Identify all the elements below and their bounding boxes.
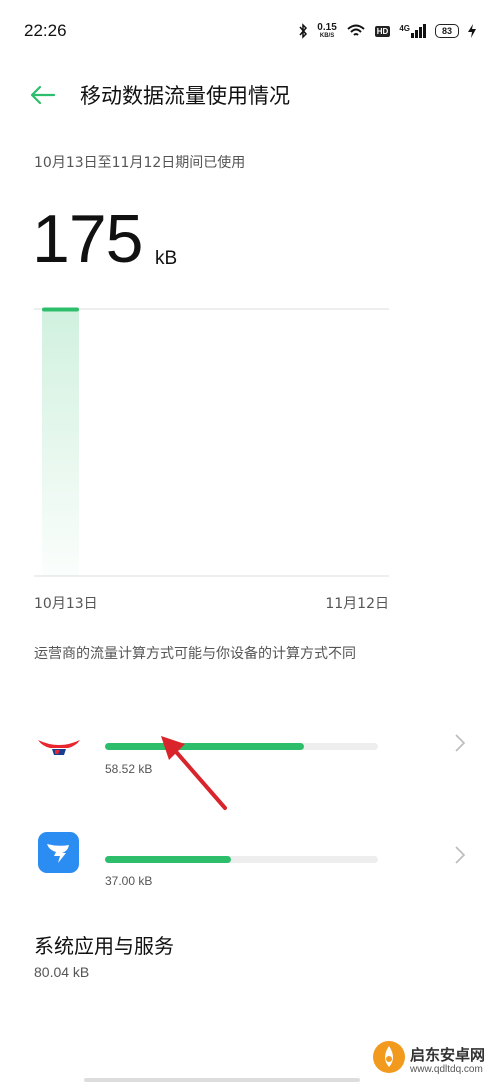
status-icons: 0.15 KB/S HD 4G 83 xyxy=(298,23,476,39)
total-usage-unit: kB xyxy=(155,248,178,269)
app-usage-amount: 37.00 kB xyxy=(105,874,153,888)
chart-bar xyxy=(42,309,79,576)
watermark-logo-icon xyxy=(373,1041,405,1073)
annotation-arrow xyxy=(161,736,227,810)
wifi-icon xyxy=(347,24,365,36)
usage-bar-fill xyxy=(105,856,231,863)
chart-x-start-label: 10月13日 xyxy=(34,596,98,612)
dingtalk-icon xyxy=(38,832,79,873)
app-usage-amount: 58.52 kB xyxy=(105,762,153,776)
chevron-right-icon xyxy=(455,734,466,752)
watermark-text: 启东安卓网 xyxy=(410,1046,486,1064)
system-apps-usage: 80.04 kB xyxy=(34,964,90,980)
status-time: 22:26 xyxy=(24,21,67,40)
total-usage-value: 175 xyxy=(32,201,143,277)
chevron-right-icon xyxy=(455,846,466,864)
charging-icon xyxy=(468,24,476,38)
watermark-url: www.qdltdq.com xyxy=(410,1064,483,1075)
usage-chart: 10月13日 11月12日 xyxy=(34,307,389,612)
signal-icon: 4G xyxy=(399,24,426,38)
usage-period: 10月13日至11月12日期间已使用 xyxy=(34,155,246,171)
status-bar: 22:26 0.15 KB/S HD 4G 83 xyxy=(0,0,500,62)
net-speed: 0.15 KB/S xyxy=(317,22,337,40)
usage-bar-track xyxy=(105,856,378,863)
app-usage-row[interactable]: 58.52 kB xyxy=(0,702,500,810)
back-arrow-icon[interactable] xyxy=(28,82,58,108)
page-title: 移动数据流量使用情况 xyxy=(80,84,290,108)
usage-bar-track xyxy=(105,743,378,750)
app-usage-row[interactable]: 37.00 kB xyxy=(0,812,500,902)
home-indicator xyxy=(84,1078,360,1082)
bluetooth-icon xyxy=(299,23,308,39)
red-app-icon xyxy=(38,740,80,755)
hd-badge: HD xyxy=(374,25,391,37)
header: 移动数据流量使用情况 xyxy=(0,70,500,120)
carrier-note: 运营商的流量计算方式可能与你设备的计算方式不同 xyxy=(34,646,356,662)
chart-bar-cap xyxy=(42,307,79,312)
battery-indicator: 83 xyxy=(435,24,459,38)
system-apps-title[interactable]: 系统应用与服务 xyxy=(34,930,174,959)
network-type: 4G xyxy=(399,24,410,33)
chart-x-end-label: 11月12日 xyxy=(325,596,389,612)
